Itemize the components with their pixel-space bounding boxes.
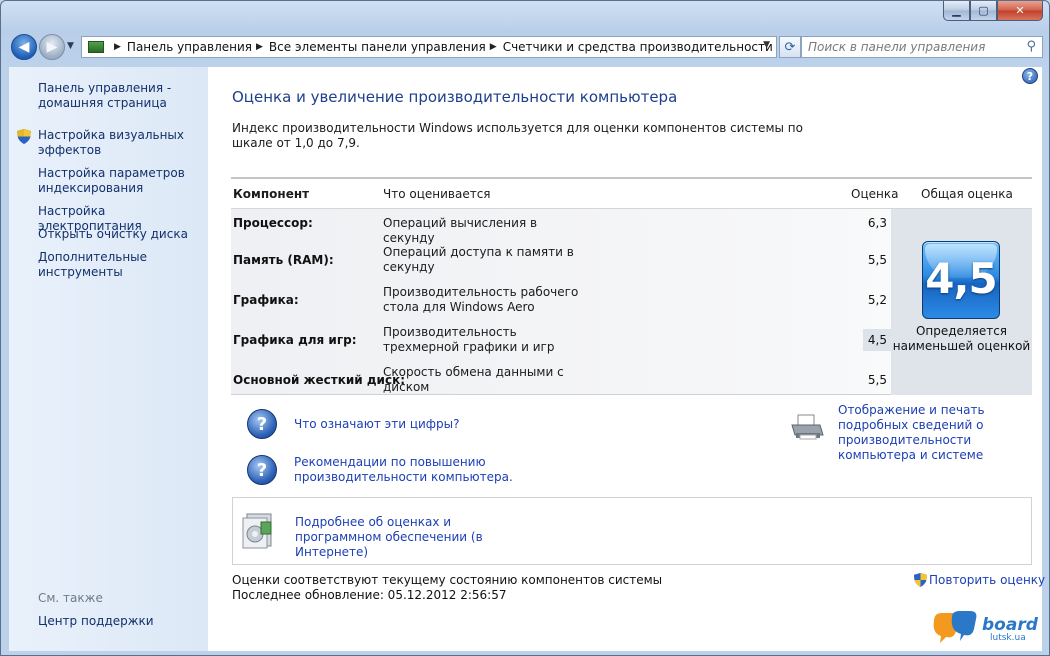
table-row: Память (RAM): Операций доступа к памяти …	[231, 243, 891, 283]
forward-arrow-icon[interactable]: ▶	[39, 34, 65, 60]
row-description: Производительность трехмерной графики и …	[383, 325, 555, 354]
status-text: Оценки соответствуют текущему состоянию …	[232, 573, 662, 603]
rerun-label[interactable]: Повторить оценку	[929, 573, 1045, 587]
row-score: 5,5	[867, 253, 887, 267]
table-row: Графика для игр: Производительность трех…	[231, 323, 891, 363]
breadcrumb-all-items[interactable]: Все элементы панели управления	[269, 40, 486, 54]
row-score: 5,5	[867, 373, 887, 387]
row-score-lowest: 4,5	[863, 329, 891, 351]
see-also-heading: См. также	[38, 591, 103, 605]
question-mark-icon: ?	[247, 455, 277, 485]
address-dropdown-icon[interactable]: ▼	[763, 40, 770, 50]
watermark-brand: board	[982, 615, 1038, 635]
row-component: Графика:	[233, 293, 299, 307]
chevron-right-icon[interactable]: ▶	[256, 42, 263, 52]
address-bar[interactable]: ▶ Панель управления ▶ Все элементы панел…	[81, 36, 777, 58]
search-input[interactable]	[802, 37, 1012, 57]
what-numbers-mean-link[interactable]: Что означают эти цифры?	[294, 417, 460, 432]
header-component: Компонент	[233, 187, 310, 201]
row-description: Скорость обмена данными с диском	[383, 365, 564, 394]
online-info-link[interactable]: Подробнее об оценках и программном обесп…	[295, 515, 535, 560]
chevron-right-icon[interactable]: ▶	[490, 42, 497, 52]
page-title: Оценка и увеличение производительности к…	[232, 88, 678, 106]
watermark-domain: lutsk.ua	[990, 633, 1026, 643]
close-button[interactable]: ✕	[997, 1, 1043, 21]
rerun-assessment-link[interactable]: Повторить оценку	[914, 573, 1045, 587]
table-row: Графика: Производительность рабочего сто…	[231, 283, 891, 323]
uac-shield-icon	[914, 573, 927, 587]
row-component: Основной жесткий диск:	[233, 373, 406, 387]
sidebar-item-visual-effects[interactable]: Настройка визуальных эффектов	[38, 128, 200, 158]
base-score-value: 4,5	[925, 254, 997, 303]
row-description: Операций доступа к памяти в секунду	[383, 245, 574, 274]
breadcrumb-control-panel[interactable]: Панель управления	[127, 40, 252, 54]
table-header: Компонент Что оценивается Оценка Общая о…	[231, 177, 1032, 209]
row-component: Память (RAM):	[233, 253, 334, 267]
status-line: Оценки соответствуют текущему состоянию …	[232, 573, 663, 587]
header-overall: Общая оценка	[921, 187, 1013, 201]
print-details-link[interactable]: Отображение и печать подробных сведений …	[838, 403, 1038, 463]
header-score: Оценка	[851, 187, 899, 201]
control-panel-window: ▁ ▢ ✕ ◀ ▶ ▼ ▶ Панель управления ▶ Все эл…	[0, 0, 1050, 656]
row-score: 6,3	[867, 216, 887, 230]
row-component: Процессор:	[233, 216, 313, 230]
last-update-line: Последнее обновление: 05.12.2012 2:56:57	[232, 588, 507, 602]
overall-caption: Определяется наименьшей оценкой	[892, 324, 1031, 353]
intro-text: Индекс производительности Windows исполь…	[232, 121, 803, 150]
sidebar-item-advanced-tools[interactable]: Дополнительные инструменты	[38, 250, 200, 280]
table-row: Основной жесткий диск: Скорость обмена д…	[231, 363, 891, 403]
overall-score-panel: 4,5 Определяется наименьшей оценкой	[891, 209, 1032, 395]
search-icon[interactable]: ⚲	[1026, 39, 1036, 54]
row-description: Производительность рабочего стола для Wi…	[383, 285, 579, 314]
back-arrow-icon[interactable]: ◀	[11, 34, 37, 60]
refresh-icon[interactable]: ⟳	[779, 36, 801, 58]
search-box: ⚲	[801, 36, 1043, 58]
control-panel-icon	[88, 41, 104, 53]
score-table: Компонент Что оценивается Оценка Общая о…	[231, 177, 1032, 395]
row-component: Графика для игр:	[233, 333, 357, 347]
recommendations-link[interactable]: Рекомендации по повышению производительн…	[294, 455, 514, 485]
help-icon[interactable]: ?	[1022, 68, 1038, 84]
main-content: ? Оценка и увеличение производительности…	[208, 67, 1045, 651]
board-lutsk-watermark: board lutsk.ua	[930, 611, 1040, 649]
printer-icon	[791, 414, 824, 440]
question-mark-icon: ?	[247, 409, 277, 439]
row-score: 5,2	[867, 293, 887, 307]
sidebar-item-indexing[interactable]: Настройка параметров индексирования	[38, 166, 200, 196]
software-box-icon	[242, 513, 272, 549]
sidebar-item-action-center[interactable]: Центр поддержки	[38, 614, 200, 629]
uac-shield-icon	[17, 129, 31, 144]
caption-buttons: ▁ ▢ ✕	[943, 1, 1043, 21]
row-description: Операций вычисления в секунду	[383, 216, 538, 245]
recent-pages-dropdown-icon[interactable]: ▼	[67, 41, 74, 51]
navigation-bar: ◀ ▶ ▼ ▶ Панель управления ▶ Все элементы…	[9, 33, 1043, 61]
task-pane: Панель управления - домашняя страница На…	[9, 67, 208, 651]
sidebar-item-disk-cleanup[interactable]: Открыть очистку диска	[38, 227, 200, 242]
minimize-button[interactable]: ▁	[943, 1, 970, 21]
sidebar-item-home[interactable]: Панель управления - домашняя страница	[38, 81, 200, 111]
chevron-right-icon[interactable]: ▶	[114, 42, 121, 52]
maximize-button[interactable]: ▢	[970, 1, 997, 21]
breadcrumb-performance[interactable]: Счетчики и средства производительности	[503, 40, 773, 54]
base-score-badge: 4,5	[922, 241, 1000, 319]
online-info-box: Подробнее об оценках и программном обесп…	[232, 497, 1032, 565]
header-what: Что оценивается	[383, 187, 491, 201]
board-logo-icon	[933, 611, 977, 643]
table-body: Процессор: Операций вычисления в секунду…	[231, 209, 1032, 395]
